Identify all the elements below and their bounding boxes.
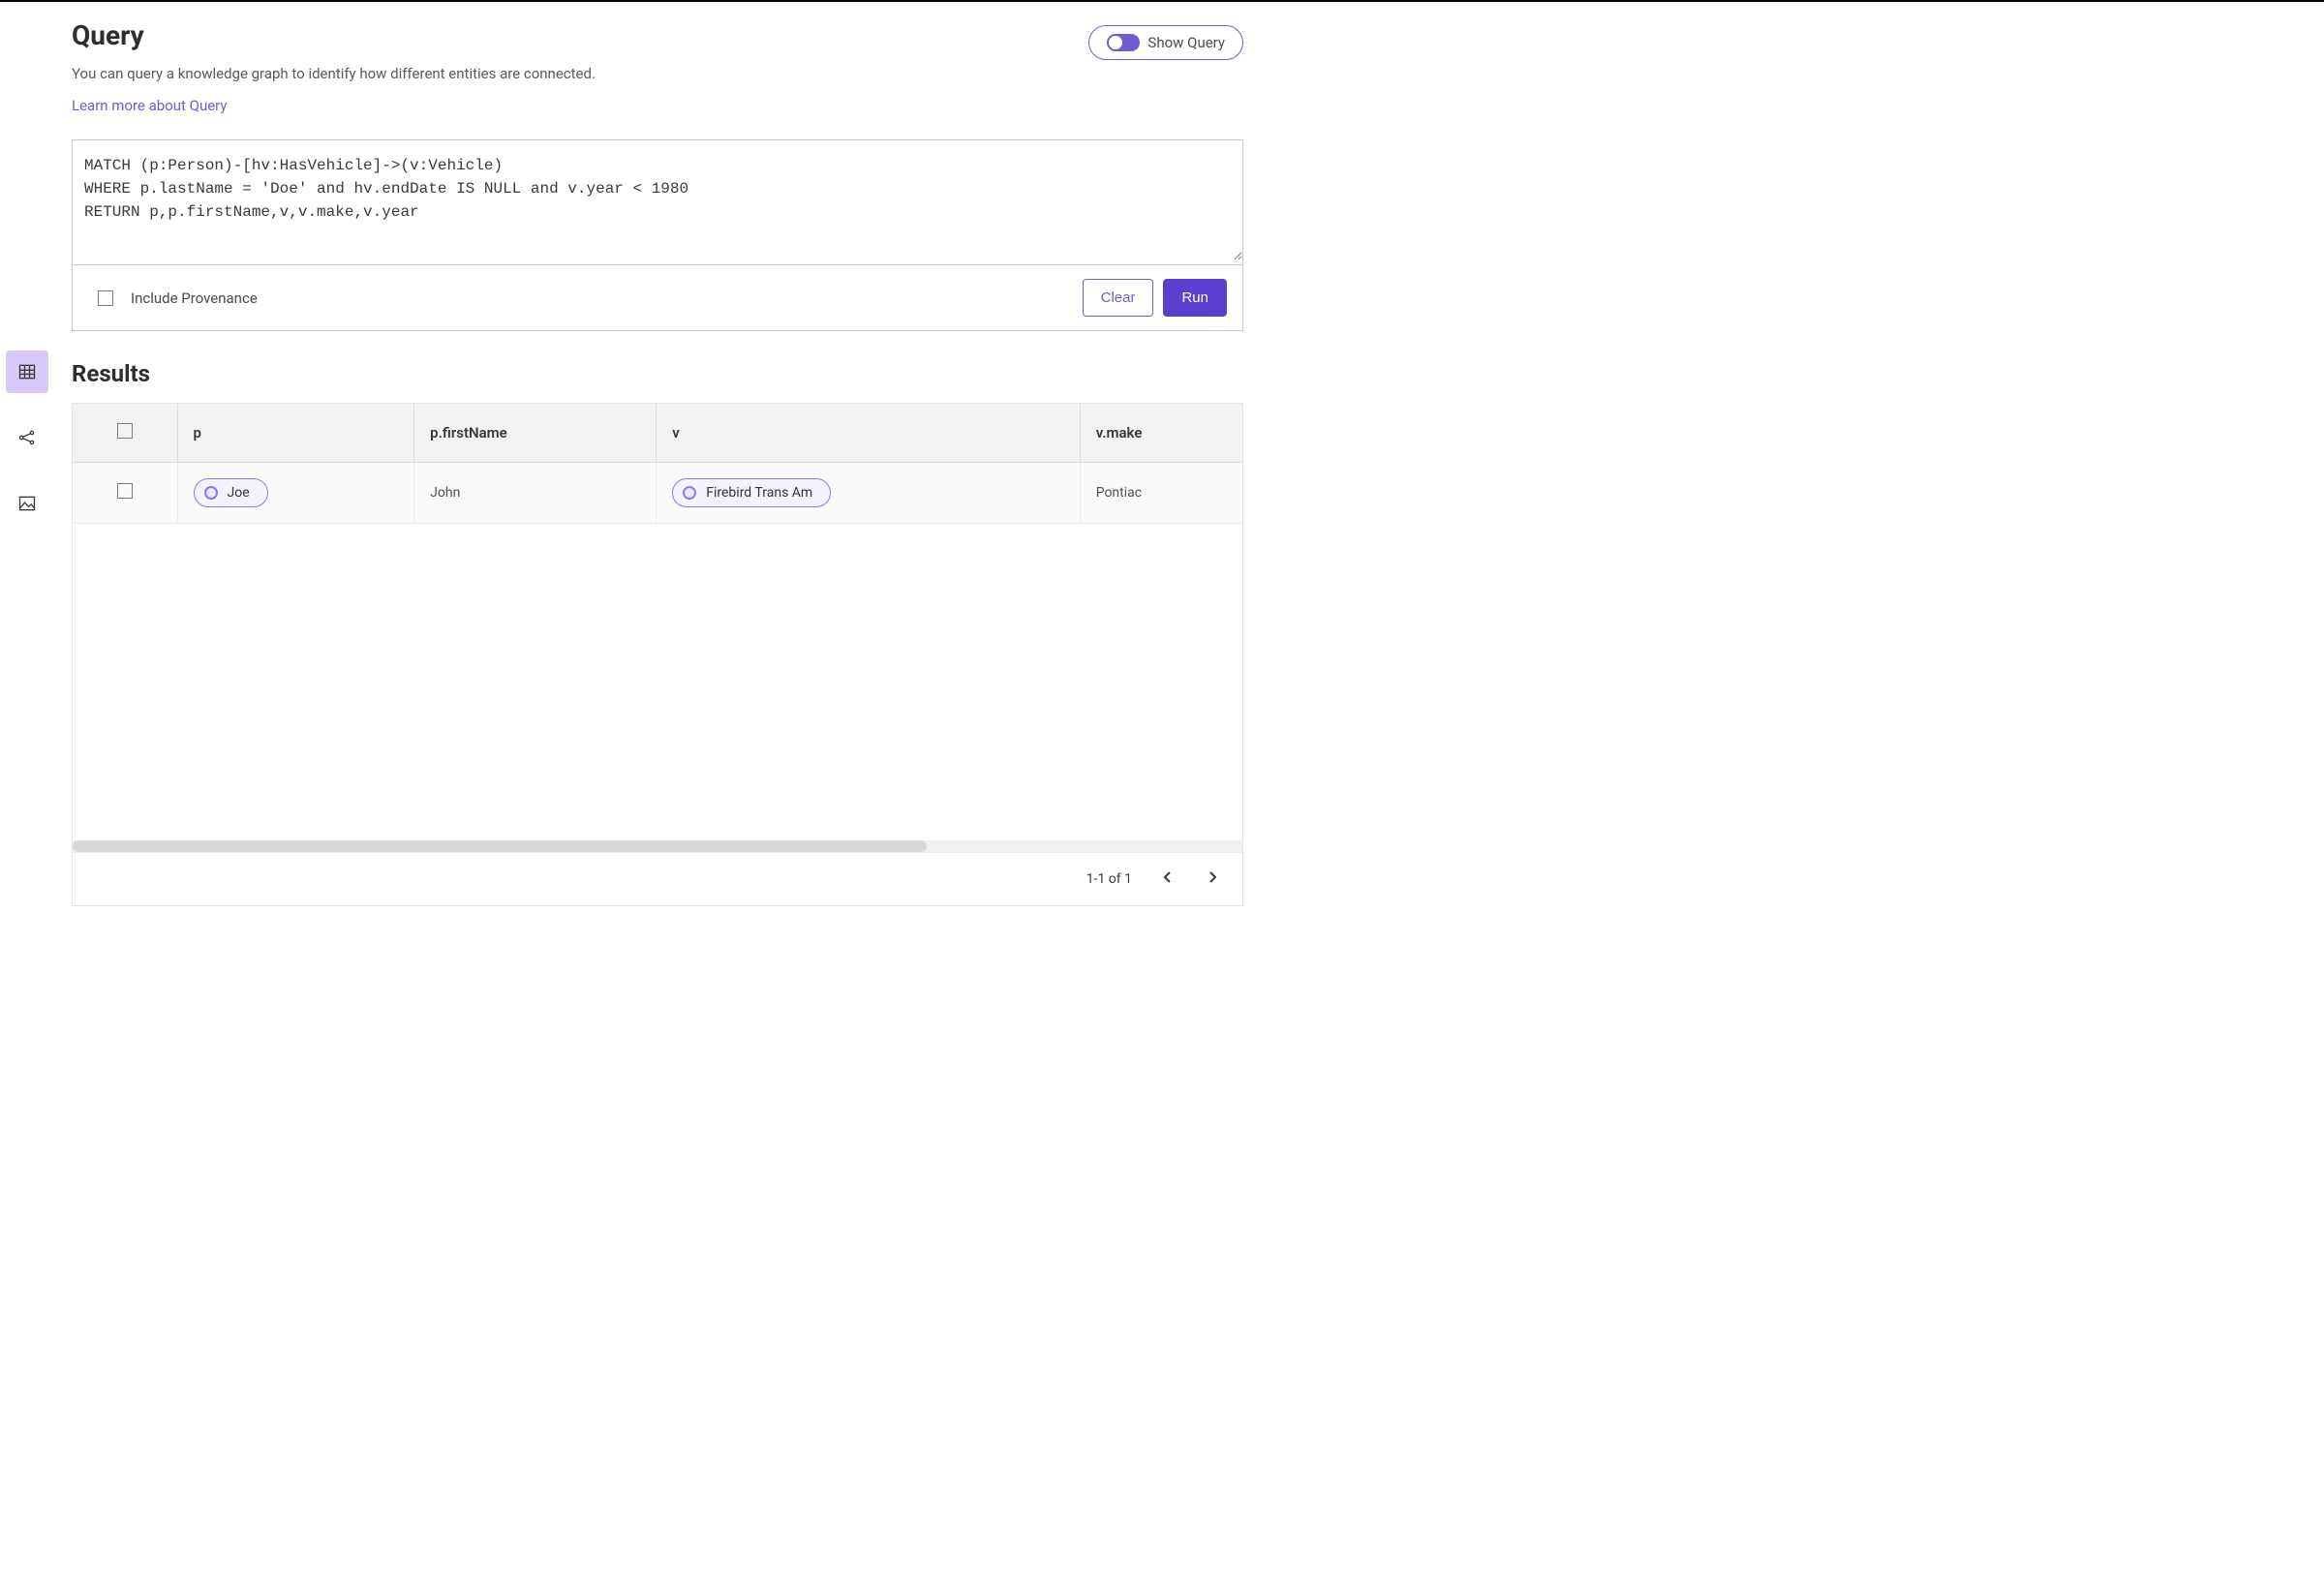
main-content: Query You can query a knowledge graph to… [54,2,1274,1583]
entity-dot-icon [204,486,218,500]
table-row: Joe John Firebird Trans Am Pontiac [73,463,1242,524]
cell-v: Firebird Trans Am [657,463,1080,524]
query-actions: Include Provenance Clear Run [73,264,1242,330]
column-header-firstname[interactable]: p.firstName [414,404,657,463]
chevron-right-icon [1208,870,1217,884]
show-query-label: Show Query [1147,34,1225,51]
query-panel: Include Provenance Clear Run [72,139,1243,331]
results-table: p p.firstName v v.make [73,404,1242,524]
cell-p: Joe [177,463,414,524]
cell-firstname: John [414,463,657,524]
include-provenance-label: Include Provenance [131,289,258,307]
pagination-bar: 1-1 of 1 [73,852,1242,905]
select-all-checkbox[interactable] [117,423,133,439]
clear-button[interactable]: Clear [1083,279,1154,317]
run-button[interactable]: Run [1163,279,1227,317]
chevron-left-icon [1163,870,1173,884]
next-page-button[interactable] [1204,867,1221,892]
scrollbar-thumb[interactable] [73,840,927,852]
include-provenance-checkbox[interactable] [98,290,113,306]
learn-more-link[interactable]: Learn more about Query [72,97,228,114]
query-input[interactable] [73,140,1242,260]
results-table-scroll[interactable]: p p.firstName v v.make [73,404,1242,840]
horizontal-scrollbar[interactable] [73,840,1242,852]
graph-icon [17,428,37,447]
page-title: Query [72,19,1088,51]
toggle-switch-icon [1107,34,1140,51]
table-header-row: p p.firstName v v.make [73,404,1242,463]
entity-chip-label: Firebird Trans Am [706,485,812,501]
row-select-cell [73,463,177,524]
row-checkbox[interactable] [117,483,133,499]
prev-page-button[interactable] [1159,867,1177,892]
column-header-v[interactable]: v [657,404,1080,463]
table-icon [17,362,37,381]
results-panel: p p.firstName v v.make [72,403,1243,906]
image-icon [17,494,37,513]
entity-chip-person[interactable]: Joe [194,478,268,507]
results-title: Results [72,360,1243,387]
column-header-p[interactable]: p [177,404,414,463]
cell-make: Pontiac [1080,463,1242,524]
show-query-toggle[interactable]: Show Query [1088,25,1243,60]
select-all-header [73,404,177,463]
sidebar-table-view[interactable] [6,350,48,393]
column-header-make[interactable]: v.make [1080,404,1242,463]
sidebar-graph-view[interactable] [6,416,48,459]
page-subtitle: You can query a knowledge graph to ident… [72,65,1088,82]
view-sidebar [0,2,54,1583]
sidebar-image-view[interactable] [6,482,48,525]
entity-chip-label: Joe [228,485,250,501]
entity-dot-icon [683,486,696,500]
entity-chip-vehicle[interactable]: Firebird Trans Am [672,478,831,507]
pagination-label: 1-1 of 1 [1086,871,1132,887]
